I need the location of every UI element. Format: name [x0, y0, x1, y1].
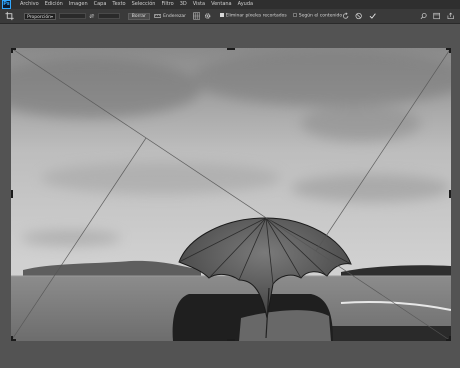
gear-icon[interactable] [204, 12, 211, 20]
checkmark-icon[interactable] [369, 12, 376, 20]
menu-imagen[interactable]: Imagen [66, 0, 91, 9]
swap-icon[interactable] [89, 13, 95, 19]
menu-ayuda[interactable]: Ayuda [235, 0, 256, 9]
crop-handle-bottom[interactable] [227, 339, 235, 341]
content-aware-checkbox[interactable] [292, 13, 297, 18]
cancel-icon[interactable] [355, 12, 363, 20]
photo-umbrella-sea [11, 48, 451, 341]
ratio-select[interactable]: Proporción [24, 12, 56, 20]
reset-icon[interactable] [342, 12, 349, 20]
delete-pixels-checkbox[interactable] [219, 13, 224, 18]
overlay-grid-icon[interactable] [193, 12, 201, 20]
content-aware-label: Según el contenido [298, 13, 343, 19]
height-field[interactable] [97, 13, 120, 19]
crop-handle-top[interactable] [227, 48, 235, 50]
straighten-label[interactable]: Enderezar [163, 14, 186, 19]
menu-filtro[interactable]: Filtro [158, 0, 176, 9]
menu-ventana[interactable]: Ventana [208, 0, 235, 9]
workspace-icon[interactable] [433, 12, 441, 20]
menu-vista[interactable]: Vista [190, 0, 208, 9]
share-icon[interactable] [447, 12, 454, 20]
canvas-image[interactable] [11, 48, 451, 341]
menu-seleccion[interactable]: Selección [129, 0, 159, 9]
options-bar: Proporción Borrar Enderezar Eliminar píx… [0, 9, 460, 24]
photoshop-logo: Ps [2, 0, 11, 9]
crop-handle-bottom-left[interactable] [11, 336, 16, 341]
content-aware-option[interactable]: Según el contenido [292, 13, 343, 19]
crop-handle-top-left[interactable] [11, 48, 16, 53]
menu-3d[interactable]: 3D [177, 0, 190, 9]
clear-button[interactable]: Borrar [127, 12, 150, 20]
delete-pixels-option[interactable]: Eliminar píxeles recortados [219, 13, 287, 19]
menu-edicion[interactable]: Edición [42, 0, 66, 9]
width-field[interactable] [58, 13, 87, 19]
search-icon[interactable] [420, 12, 427, 20]
menu-archivo[interactable]: Archivo [17, 0, 42, 9]
crop-handle-bottom-right[interactable] [446, 336, 451, 341]
menu-capa[interactable]: Capa [91, 0, 110, 9]
crop-handle-top-right[interactable] [446, 48, 451, 53]
crop-handle-right[interactable] [449, 190, 451, 198]
menu-texto[interactable]: Texto [109, 0, 128, 9]
menu-bar: Ps Archivo Edición Imagen Capa Texto Sel… [0, 0, 460, 9]
crop-icon[interactable] [5, 11, 14, 21]
crop-handle-left[interactable] [11, 190, 13, 198]
straighten-icon[interactable] [153, 12, 162, 20]
delete-pixels-label: Eliminar píxeles recortados [225, 13, 287, 19]
